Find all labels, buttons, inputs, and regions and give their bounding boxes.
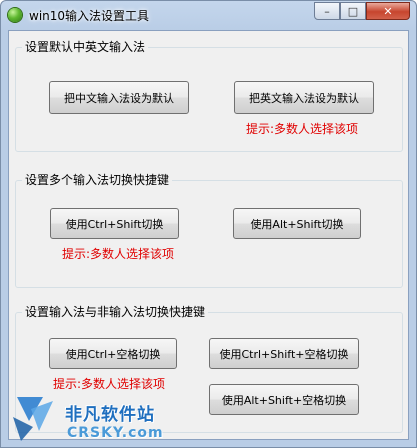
group-ime-switch-hotkey: 设置多个输入法切换快捷键 使用Ctrl+Shift切换 使用Alt+Shift切… — [15, 173, 403, 288]
hint-text: 提示:多数人选择该项 — [53, 377, 166, 391]
watermark-domain: CRSKY.com — [67, 425, 164, 441]
set-chinese-default-button[interactable]: 把中文输入法设为默认 — [49, 81, 189, 114]
main-window: win10输入法设置工具 – □ ✕ 设置默认中英文输入法 把中文输入法设为默认… — [0, 0, 417, 448]
group-title: 设置多个输入法切换快捷键 — [22, 173, 173, 187]
ctrl-shift-switch-button[interactable]: 使用Ctrl+Shift切换 — [50, 208, 179, 239]
minimize-icon: – — [324, 4, 330, 18]
group-default-ime: 设置默认中英文输入法 把中文输入法设为默认 把英文输入法设为默认 提示:多数人选… — [15, 40, 403, 152]
group-title: 设置默认中英文输入法 — [22, 40, 149, 54]
maximize-icon: □ — [347, 4, 359, 18]
hint-text: 提示:多数人选择该项 — [62, 247, 175, 261]
minimize-button[interactable]: – — [314, 2, 340, 20]
client-area: 设置默认中英文输入法 把中文输入法设为默认 把英文输入法设为默认 提示:多数人选… — [8, 30, 409, 440]
title-bar[interactable]: win10输入法设置工具 – □ ✕ — [1, 1, 416, 29]
app-icon — [8, 8, 22, 22]
watermark-name: 非凡软件站 — [65, 405, 155, 425]
alt-shift-switch-button[interactable]: 使用Alt+Shift切换 — [233, 208, 361, 239]
maximize-button[interactable]: □ — [340, 2, 366, 20]
ctrl-space-switch-button[interactable]: 使用Ctrl+空格切换 — [49, 338, 177, 369]
alt-shift-space-switch-button[interactable]: 使用Alt+Shift+空格切换 — [209, 384, 359, 415]
close-icon: ✕ — [383, 4, 393, 18]
close-button[interactable]: ✕ — [366, 2, 410, 20]
ctrl-shift-space-switch-button[interactable]: 使用Ctrl+Shift+空格切换 — [209, 338, 359, 369]
watermark-logo-icon — [13, 397, 53, 441]
window-title: win10输入法设置工具 — [29, 9, 150, 23]
hint-text: 提示:多数人选择该项 — [246, 122, 359, 136]
set-english-default-button[interactable]: 把英文输入法设为默认 — [234, 81, 374, 114]
group-title: 设置输入法与非输入法切换快捷键 — [22, 305, 209, 319]
